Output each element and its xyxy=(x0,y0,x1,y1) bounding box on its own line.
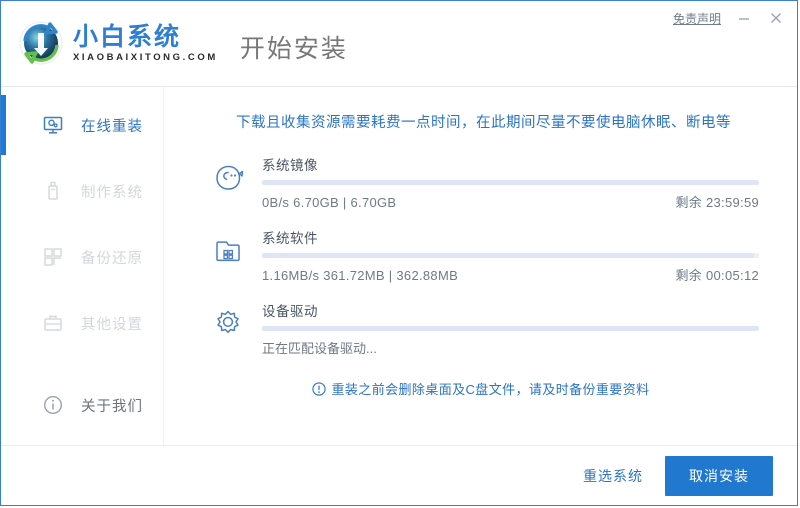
disclaimer-link[interactable]: 免责声明 xyxy=(673,10,721,27)
app-window: 小白系统 XIAOBAIXITONG.COM 开始安装 免责声明 在线重装 制作… xyxy=(0,0,798,506)
page-title: 开始安装 xyxy=(239,35,348,63)
folder-apps-icon xyxy=(208,231,248,271)
sidebar-item-online-reinstall[interactable]: 在线重装 xyxy=(1,95,163,155)
main-content: 下载且收集资源需要耗费一点时间，在此期间尽量不要使电脑休眠、断电等 系统镜像 0… xyxy=(164,87,797,445)
info-circle-icon xyxy=(41,393,65,417)
brand-name-en: XIAOBAIXITONG.COM xyxy=(73,51,218,63)
task-list: 系统镜像 0B/s 6.70GB | 6.70GB 剩余 23:59:59 系统… xyxy=(208,154,759,357)
task-stats: 0B/s 6.70GB | 6.70GB 剩余 23:59:59 xyxy=(262,192,759,211)
brand-name-cn: 小白系统 xyxy=(73,22,182,51)
task-title: 系统镜像 xyxy=(262,158,318,173)
sidebar-item-label: 关于我们 xyxy=(81,398,143,415)
task-body: 设备驱动 正在匹配设备驱动... xyxy=(262,300,759,357)
sidebar-item-backup-restore[interactable]: 备份还原 xyxy=(1,233,163,281)
sidebar-item-make-system[interactable]: 制作系统 xyxy=(1,167,163,215)
sidebar-item-about-us[interactable]: 关于我们 xyxy=(1,381,163,429)
cancel-install-button[interactable]: 取消安装 xyxy=(665,455,773,496)
monitor-icon xyxy=(41,113,65,137)
brand-logo: 小白系统 XIAOBAIXITONG.COM xyxy=(15,17,218,69)
app-body: 在线重装 制作系统 备份还原 其他设置 关于我们 下载且收集资源需要耗费一点时间… xyxy=(1,87,797,445)
sidebar-item-label: 其他设置 xyxy=(81,316,143,333)
minimize-icon[interactable] xyxy=(735,9,753,27)
progress-fill xyxy=(262,253,755,258)
task-row: 设备驱动 正在匹配设备驱动... xyxy=(208,300,759,357)
bottom-notice: 重装之前会删除桌面及C盘文件，请及时备份重要资料 xyxy=(164,379,797,398)
usb-drive-icon xyxy=(41,179,65,203)
bottom-notice-text: 重装之前会删除桌面及C盘文件，请及时备份重要资料 xyxy=(331,382,650,397)
task-remaining: 剩余 23:59:59 xyxy=(675,195,759,210)
system-image-icon xyxy=(208,158,248,198)
sidebar-item-other-settings[interactable]: 其他设置 xyxy=(1,299,163,347)
task-title: 系统软件 xyxy=(262,231,318,246)
sidebar-item-label: 备份还原 xyxy=(81,250,143,267)
task-stats: 1.16MB/s 361.72MB | 362.88MB 剩余 00:05:12 xyxy=(262,265,759,284)
titlebar-controls: 免责声明 xyxy=(673,9,785,27)
progress-bar xyxy=(262,326,759,331)
grid-restore-icon xyxy=(41,245,65,269)
progress-fill xyxy=(262,180,759,185)
task-body: 系统软件 1.16MB/s 361.72MB | 362.88MB 剩余 00:… xyxy=(262,227,759,284)
recycle-globe-icon xyxy=(15,17,67,69)
app-header: 小白系统 XIAOBAIXITONG.COM 开始安装 免责声明 xyxy=(1,1,797,87)
exclamation-circle-icon xyxy=(311,381,326,396)
task-title: 设备驱动 xyxy=(262,304,318,319)
sidebar: 在线重装 制作系统 备份还原 其他设置 关于我们 xyxy=(1,87,164,445)
gear-icon xyxy=(208,304,248,344)
toolbox-icon xyxy=(41,311,65,335)
task-body: 系统镜像 0B/s 6.70GB | 6.70GB 剩余 23:59:59 xyxy=(262,154,759,211)
progress-bar xyxy=(262,180,759,185)
task-speed-size: 0B/s 6.70GB | 6.70GB xyxy=(262,195,397,210)
progress-fill xyxy=(262,326,759,331)
progress-bar xyxy=(262,253,759,258)
task-remaining: 剩余 00:05:12 xyxy=(675,268,759,283)
task-speed-size: 1.16MB/s 361.72MB | 362.88MB xyxy=(262,268,459,283)
task-row: 系统软件 1.16MB/s 361.72MB | 362.88MB 剩余 00:… xyxy=(208,227,759,284)
top-notice-text: 下载且收集资源需要耗费一点时间，在此期间尽量不要使电脑休眠、断电等 xyxy=(236,115,731,131)
sidebar-item-label: 制作系统 xyxy=(81,184,143,201)
brand-text: 小白系统 XIAOBAIXITONG.COM xyxy=(73,23,218,64)
task-row: 系统镜像 0B/s 6.70GB | 6.70GB 剩余 23:59:59 xyxy=(208,154,759,211)
app-footer: 重选系统 取消安装 xyxy=(1,445,797,505)
task-status: 正在匹配设备驱动... xyxy=(262,341,377,356)
close-icon[interactable] xyxy=(767,9,785,27)
reselect-system-button[interactable]: 重选系统 xyxy=(579,460,647,492)
sidebar-item-label: 在线重装 xyxy=(81,118,143,135)
